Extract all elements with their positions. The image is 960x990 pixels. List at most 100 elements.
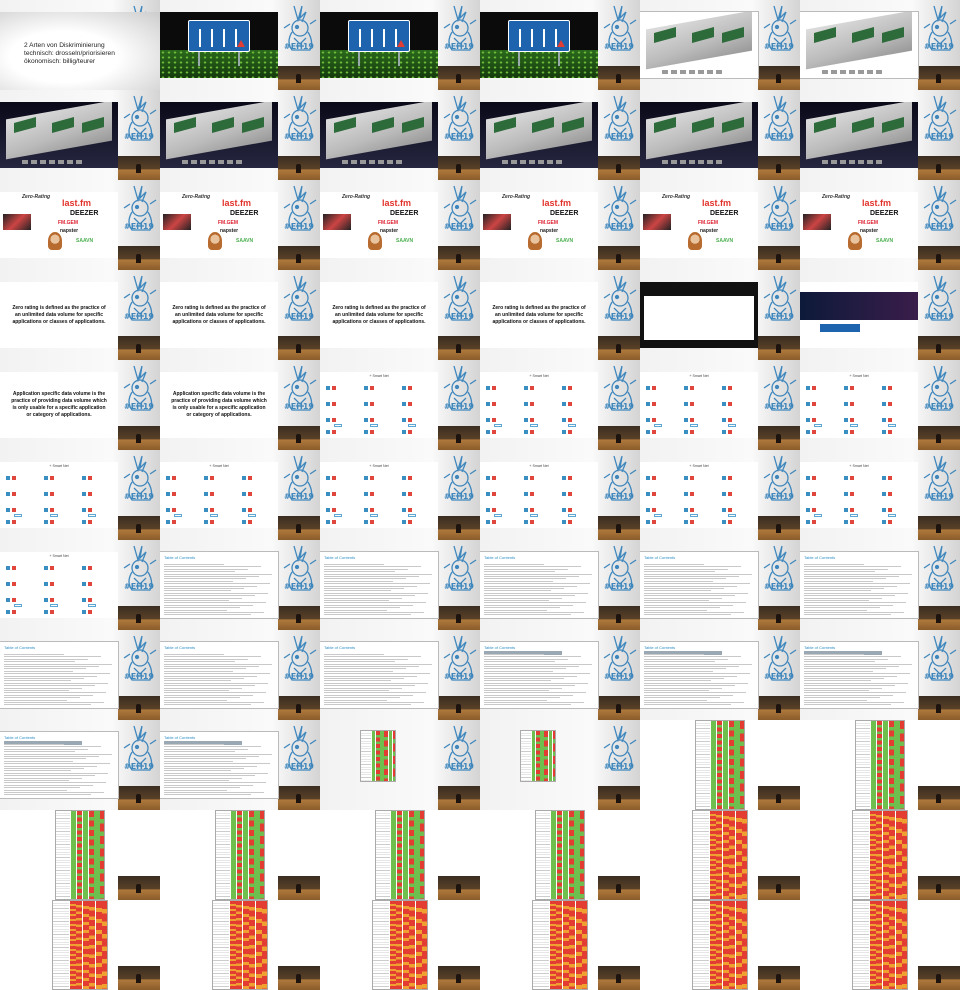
toc-line xyxy=(484,612,584,613)
video-frame-thumbnail[interactable]: #EH19 + Smart Net xyxy=(0,450,160,540)
video-frame-thumbnail[interactable]: #EH19 + Smart Net xyxy=(0,540,160,630)
video-frame-thumbnail[interactable]: #EH19 + Smart Net xyxy=(480,360,640,450)
video-frame-thumbnail[interactable] xyxy=(800,810,960,900)
video-frame-thumbnail[interactable]: #EH19 xyxy=(480,0,640,90)
app-icon-row xyxy=(646,520,752,524)
video-frame-thumbnail[interactable]: #EH19 xyxy=(640,90,800,180)
video-frame-thumbnail[interactable]: #EH19 xyxy=(800,0,960,90)
toc-line xyxy=(324,682,428,684)
video-frame-thumbnail[interactable]: #EH19 Table of Contents xyxy=(0,720,160,810)
comparison-table xyxy=(695,720,745,810)
video-frame-thumbnail[interactable]: #EH19 Application specific data volume is… xyxy=(160,360,320,450)
video-frame-thumbnail[interactable]: #EH19 xyxy=(640,0,800,90)
video-frame-thumbnail[interactable]: #EH19 + Smart Net xyxy=(320,360,480,450)
video-frame-thumbnail[interactable] xyxy=(160,810,320,900)
comparison-table xyxy=(532,900,588,990)
video-frame-thumbnail[interactable] xyxy=(320,900,480,990)
video-frame-thumbnail[interactable]: #EH19 Table of Contents xyxy=(0,630,160,720)
speaker-figure xyxy=(936,344,941,353)
toc-line xyxy=(324,573,432,575)
video-frame-thumbnail[interactable] xyxy=(160,900,320,990)
video-frame-thumbnail[interactable]: #EH19 Table of Contents xyxy=(480,630,640,720)
video-frame-thumbnail[interactable]: #EH19 Zero rating is defined as the pract… xyxy=(0,270,160,360)
video-frame-thumbnail[interactable]: #EH19 + Smart Net xyxy=(480,450,640,540)
app-icon-row xyxy=(326,430,432,434)
zero-rating-title: Zero-Rating xyxy=(822,194,851,200)
speaker-camera-inset xyxy=(278,696,320,720)
warning-triangle-icon xyxy=(397,40,405,47)
video-frame-thumbnail[interactable]: #EH19 Table of Contents xyxy=(640,630,800,720)
video-frame-thumbnail[interactable]: #EH19 Zero-Rating last.fm DEEZER FM.GEM napst… xyxy=(480,180,640,270)
video-frame-thumbnail[interactable]: #EH19 xyxy=(320,90,480,180)
speaker-figure xyxy=(616,884,621,893)
video-frame-thumbnail[interactable] xyxy=(800,720,960,810)
app-icon-row xyxy=(166,520,272,524)
video-frame-thumbnail[interactable]: #EH19 xyxy=(800,270,960,360)
toc-line xyxy=(484,668,566,670)
video-frame-thumbnail[interactable]: #EH19 Application specific data volume is… xyxy=(0,360,160,450)
video-frame-thumbnail[interactable] xyxy=(320,810,480,900)
video-frame-thumbnail[interactable]: #EH19 Table of Contents xyxy=(160,720,320,810)
video-frame-thumbnail[interactable]: #EH19 xyxy=(320,0,480,90)
video-frame-thumbnail[interactable]: #EH19 xyxy=(160,0,320,90)
video-frame-thumbnail[interactable]: #EH19 xyxy=(640,270,800,360)
video-frame-thumbnail[interactable]: #EH192 Arten von Diskriminierungtechnisc… xyxy=(0,0,160,90)
video-frame-thumbnail[interactable]: #EH19 Zero rating is defined as the pract… xyxy=(160,270,320,360)
video-frame-thumbnail[interactable]: #EH19 + Smart Net xyxy=(800,450,960,540)
toc-line xyxy=(804,661,875,663)
video-frame-thumbnail[interactable]: #EH19 Zero rating is defined as the pract… xyxy=(320,270,480,360)
video-frame-thumbnail[interactable]: #EH19 Zero-Rating last.fm DEEZER FM.GEM napst… xyxy=(160,180,320,270)
video-frame-thumbnail[interactable]: #EH19 Zero rating is defined as the pract… xyxy=(480,270,640,360)
video-frame-thumbnail[interactable] xyxy=(480,900,640,990)
video-frame-thumbnail[interactable] xyxy=(0,810,160,900)
slide-table-of-contents: Table of Contents xyxy=(320,641,439,709)
video-frame-thumbnail[interactable]: #EH19 xyxy=(320,720,480,810)
speaker-figure xyxy=(456,794,461,803)
video-frame-thumbnail[interactable]: #EH19 + Smart Net xyxy=(160,450,320,540)
photo-thumbnail xyxy=(163,214,191,230)
video-frame-thumbnail[interactable]: #EH19 xyxy=(0,90,160,180)
video-frame-thumbnail[interactable]: #EH19 + Smart Net xyxy=(640,360,800,450)
toc-line xyxy=(484,682,588,684)
video-frame-thumbnail[interactable]: #EH19 + Smart Net xyxy=(640,450,800,540)
sign-pole xyxy=(198,52,200,66)
toc-line xyxy=(164,564,224,565)
video-frame-thumbnail[interactable]: #EH19 xyxy=(800,90,960,180)
slide-smart-net: + Smart Net xyxy=(0,462,118,528)
video-frame-thumbnail[interactable] xyxy=(640,720,800,810)
toc-line xyxy=(324,673,430,675)
video-frame-thumbnail[interactable]: #EH19 xyxy=(160,90,320,180)
video-frame-thumbnail[interactable]: #EH19 Table of Contents xyxy=(160,630,320,720)
video-frame-thumbnail[interactable]: #EH19 Table of Contents xyxy=(640,540,800,630)
video-frame-thumbnail[interactable]: #EH19 Table of Contents xyxy=(320,630,480,720)
video-frame-thumbnail[interactable]: #EH19 + Smart Net xyxy=(320,450,480,540)
video-frame-thumbnail[interactable] xyxy=(480,810,640,900)
video-frame-thumbnail[interactable]: #EH19 Table of Contents xyxy=(160,540,320,630)
speaker-figure xyxy=(936,974,941,983)
video-frame-thumbnail[interactable]: #EH19 Table of Contents xyxy=(800,630,960,720)
video-frame-thumbnail[interactable]: #EH19 Zero-Rating last.fm DEEZER FM.GEM napst… xyxy=(320,180,480,270)
video-frame-thumbnail[interactable]: #EH19 xyxy=(480,90,640,180)
toc-line xyxy=(484,663,592,665)
video-frame-thumbnail[interactable] xyxy=(640,900,800,990)
video-frame-thumbnail[interactable] xyxy=(640,810,800,900)
slide-cartoon xyxy=(640,11,759,79)
speaker-camera-inset xyxy=(598,876,640,900)
video-frame-thumbnail[interactable]: #EH19 Table of Contents xyxy=(800,540,960,630)
video-frame-thumbnail[interactable]: #EH19 Zero-Rating last.fm DEEZER FM.GEM napst… xyxy=(640,180,800,270)
toc-line xyxy=(804,663,912,665)
toc-line xyxy=(4,775,95,777)
app-icon-row xyxy=(326,508,432,512)
video-frame-thumbnail[interactable]: #EH19 Zero-Rating last.fm DEEZER FM.GEM napst… xyxy=(800,180,960,270)
video-frame-thumbnail[interactable]: #EH19 + Smart Net xyxy=(800,360,960,450)
toc-line xyxy=(324,612,424,613)
video-frame-thumbnail[interactable] xyxy=(0,900,160,990)
toc-line xyxy=(804,687,882,689)
video-frame-thumbnail[interactable] xyxy=(800,900,960,990)
video-frame-thumbnail[interactable]: #EH19 xyxy=(480,720,640,810)
video-frame-thumbnail[interactable]: #EH19 Zero-Rating last.fm DEEZER FM.GEM napst… xyxy=(0,180,160,270)
video-frame-thumbnail[interactable]: #EH19 Table of Contents xyxy=(320,540,480,630)
video-frame-thumbnail[interactable]: #EH19 Table of Contents xyxy=(480,540,640,630)
toc-line xyxy=(484,592,588,594)
speaker-figure xyxy=(616,794,621,803)
